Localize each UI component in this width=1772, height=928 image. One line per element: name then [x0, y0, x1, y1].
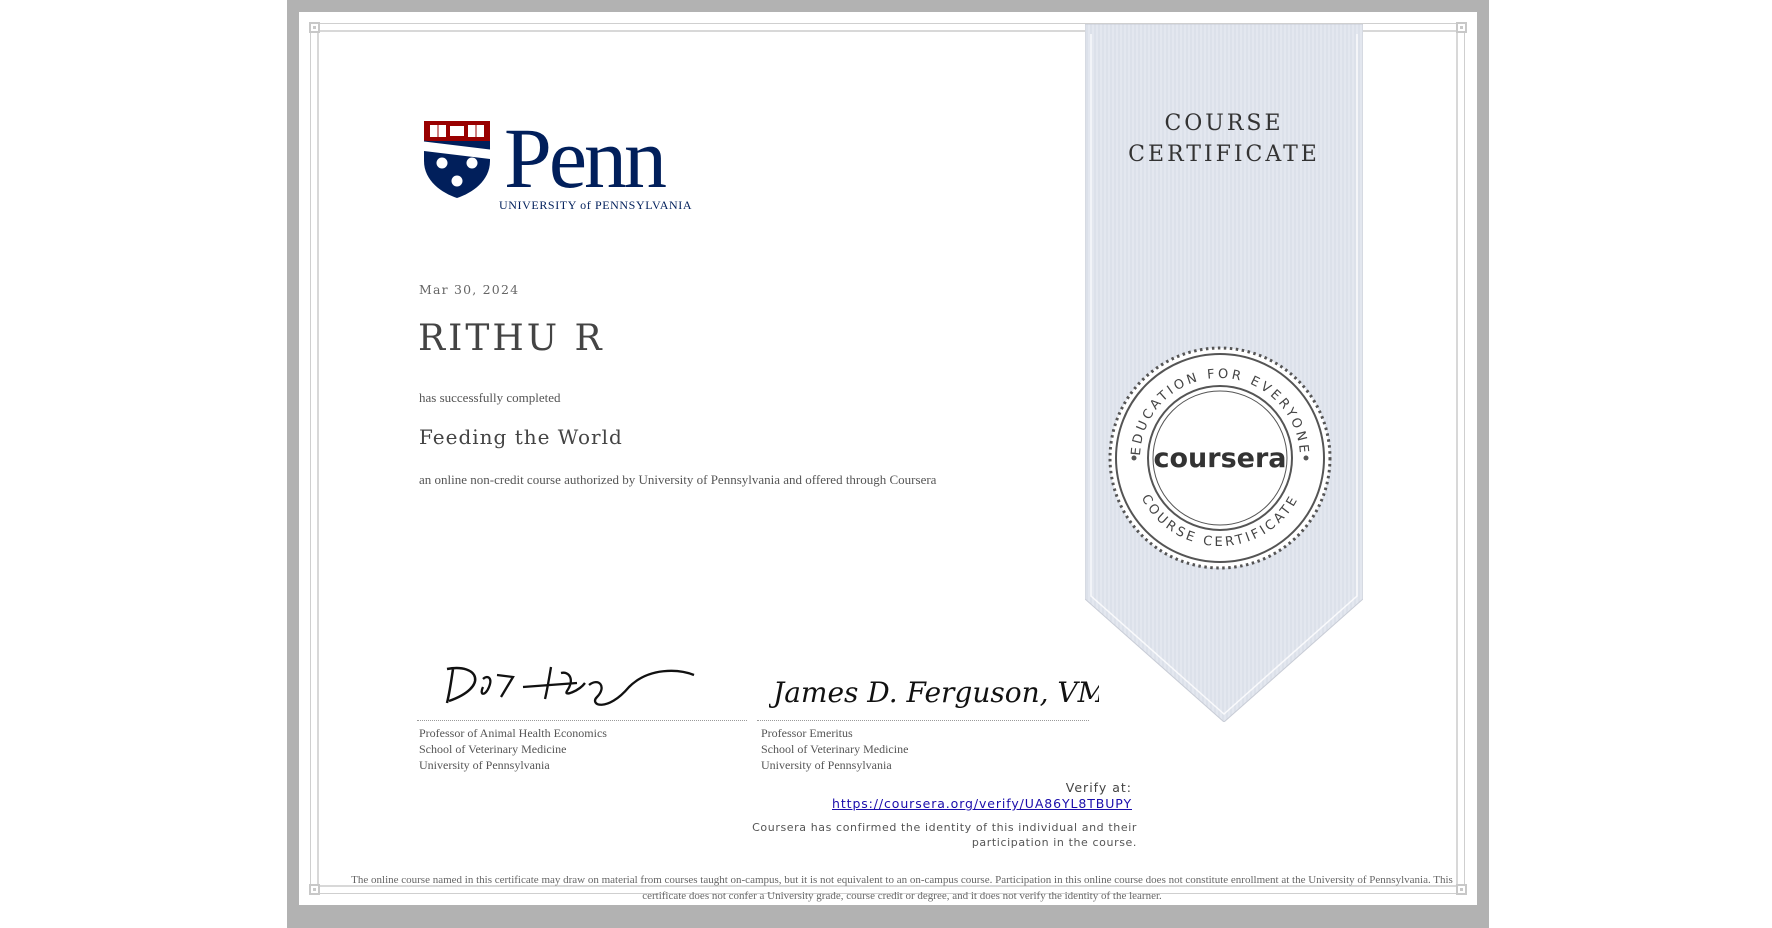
signature-1-details: Professor of Animal Health Economics Sch… [419, 725, 607, 773]
penn-subtitle: UNIVERSITY of PENNSYLVANIA [499, 198, 693, 212]
course-name: Feeding the World [419, 425, 623, 449]
signature-2-image: James D. Ferguson, VMD [769, 676, 1099, 709]
ribbon-title-line2: CERTIFICATE [1128, 142, 1320, 167]
disclaimer-text: The online course named in this certific… [351, 874, 1453, 902]
verify-link[interactable]: https://coursera.org/verify/UA86YL8TBUPY [832, 796, 1132, 811]
penn-wordmark: Penn [504, 110, 667, 206]
signature-2-line [757, 720, 1089, 721]
signature-2-school: School of Veterinary Medicine [761, 742, 909, 756]
corner-ornament [309, 884, 320, 895]
recipient-name: RITHU R [418, 318, 605, 359]
signature-2-text: James D. Ferguson, VMD [769, 676, 1099, 709]
identity-confirmation: Coursera has confirmed the identity of t… [752, 821, 1137, 849]
signature-1-image [445, 666, 695, 706]
corner-ornament [309, 22, 320, 33]
signature-1-line [417, 720, 747, 721]
signature-1-title: Professor of Animal Health Economics [419, 726, 607, 740]
signature-1-institution: University of Pennsylvania [419, 758, 550, 772]
verify-label: Verify at: [1065, 780, 1132, 795]
seal-brand: coursera [1153, 443, 1286, 474]
certificate-date: Mar 30, 2024 [419, 282, 520, 297]
course-description: an online non-credit course authorized b… [419, 472, 937, 487]
signature-2-details: Professor Emeritus School of Veterinary … [761, 725, 908, 773]
ribbon-title-line1: COURSE [1164, 111, 1284, 136]
coursera-seal: EDUCATION FOR EVERYONE COURSE CERTIFICAT… [1108, 346, 1332, 570]
signature-2-institution: University of Pennsylvania [761, 758, 892, 772]
completed-text: has successfully completed [419, 390, 561, 405]
penn-shield-icon [423, 121, 491, 198]
signature-2-title: Professor Emeritus [761, 726, 853, 740]
corner-ornament [1456, 22, 1467, 33]
signature-1-school: School of Veterinary Medicine [419, 742, 567, 756]
ribbon-title: COURSE CERTIFICATE [1085, 108, 1363, 170]
penn-logo: Penn UNIVERSITY of PENNSYLVANIA [422, 115, 692, 212]
corner-ornament [1456, 884, 1467, 895]
